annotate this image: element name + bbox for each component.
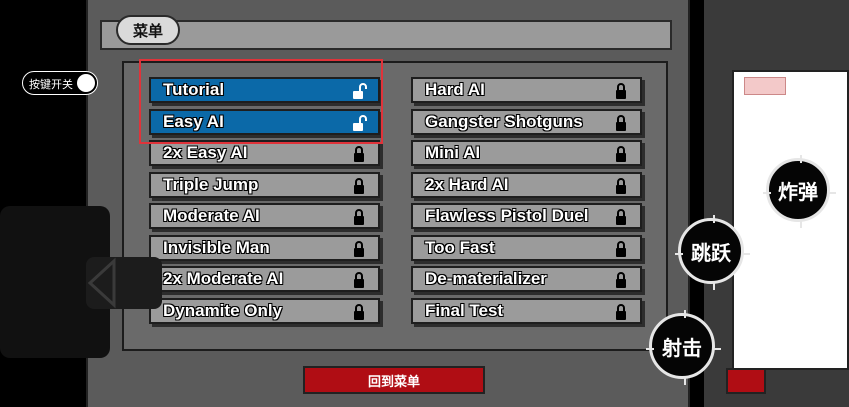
level-button-dynamite-only[interactable]: Dynamite Only xyxy=(149,297,380,324)
level-button-moderate-ai[interactable]: Moderate AI xyxy=(149,203,380,229)
level-button-2x-moderate-ai[interactable]: 2x Moderate AI xyxy=(149,266,380,292)
level-name: Moderate AI xyxy=(163,206,260,225)
ring-tick xyxy=(684,310,686,318)
padlock-closed-icon xyxy=(616,209,626,225)
jump-button[interactable]: 跳跃 xyxy=(675,215,750,290)
ring-tick xyxy=(713,215,715,223)
padlock-closed-icon xyxy=(616,303,626,320)
ring-tick xyxy=(800,155,802,163)
ring-tick xyxy=(800,220,802,228)
padlock-closed-icon xyxy=(616,240,626,257)
level-name: Invisible Man xyxy=(163,237,270,257)
padlock-closed-icon xyxy=(354,177,364,194)
padlock-closed-icon xyxy=(354,240,364,257)
level-name: Mini AI xyxy=(425,143,481,162)
ring-tick xyxy=(675,253,683,255)
level-button-de-materializer[interactable]: De-materializer xyxy=(411,266,642,292)
back-to-menu-button[interactable]: 回到菜单 xyxy=(303,366,485,394)
ring-tick xyxy=(763,192,771,194)
selection-highlight xyxy=(139,59,383,144)
toggle-knob xyxy=(77,74,95,92)
padlock-closed-icon xyxy=(616,83,626,99)
level-name: 2x Easy AI xyxy=(163,143,248,162)
title-bar xyxy=(100,20,672,50)
padlock-closed-icon xyxy=(354,272,364,288)
level-name: Flawless Pistol Duel xyxy=(425,206,589,225)
ring-tick xyxy=(828,192,836,194)
level-button-final-test[interactable]: Final Test xyxy=(411,297,642,324)
level-name: Gangster Shotguns xyxy=(425,111,583,131)
level-name: Hard AI xyxy=(425,80,485,99)
level-button-triple-jump[interactable]: Triple Jump xyxy=(149,171,380,198)
ring-tick xyxy=(684,377,686,385)
level-button-too-fast[interactable]: Too Fast xyxy=(411,234,642,261)
level-name: Triple Jump xyxy=(163,174,259,194)
jump-label: 跳跃 xyxy=(691,240,731,265)
level-button-2x-hard-ai[interactable]: 2x Hard AI xyxy=(411,171,642,198)
toggle-label: 按键开关 xyxy=(29,78,73,91)
padlock-closed-icon xyxy=(616,177,626,194)
level-name: Too Fast xyxy=(425,237,495,257)
bomb-button[interactable]: 炸弹 xyxy=(763,155,836,228)
shoot-button[interactable]: 射击 xyxy=(646,310,721,385)
shoot-label: 射击 xyxy=(662,335,702,360)
level-button-flawless-pistol-duel[interactable]: Flawless Pistol Duel xyxy=(411,203,642,229)
menu-button[interactable]: 菜单 xyxy=(116,15,180,45)
padlock-closed-icon xyxy=(616,146,626,162)
ring-tick xyxy=(646,348,654,350)
padlock-closed-icon xyxy=(354,209,364,225)
key-toggle-switch[interactable]: 按键开关 xyxy=(22,71,98,95)
padlock-closed-icon xyxy=(616,114,626,131)
level-button-invisible-man[interactable]: Invisible Man xyxy=(149,234,380,261)
level-name: 2x Hard AI xyxy=(425,174,509,194)
bomb-label: 炸弹 xyxy=(778,179,818,204)
ring-tick xyxy=(713,348,721,350)
level-button-hard-ai[interactable]: Hard AI xyxy=(411,77,642,103)
level-name: Final Test xyxy=(425,300,504,320)
ring-tick xyxy=(742,253,750,255)
side-red-button[interactable] xyxy=(726,368,766,394)
level-button-mini-ai[interactable]: Mini AI xyxy=(411,140,642,166)
level-name: De-materializer xyxy=(425,269,547,288)
level-name: Dynamite Only xyxy=(163,300,283,320)
level-name: 2x Moderate AI xyxy=(163,269,284,288)
padlock-closed-icon xyxy=(616,272,626,288)
ring-tick xyxy=(713,282,715,290)
padlock-closed-icon xyxy=(354,303,364,320)
padlock-closed-icon xyxy=(354,146,364,162)
level-button-gangster-shotguns[interactable]: Gangster Shotguns xyxy=(411,108,642,135)
card-strip xyxy=(744,77,786,95)
left-arrow-icon xyxy=(87,257,116,309)
